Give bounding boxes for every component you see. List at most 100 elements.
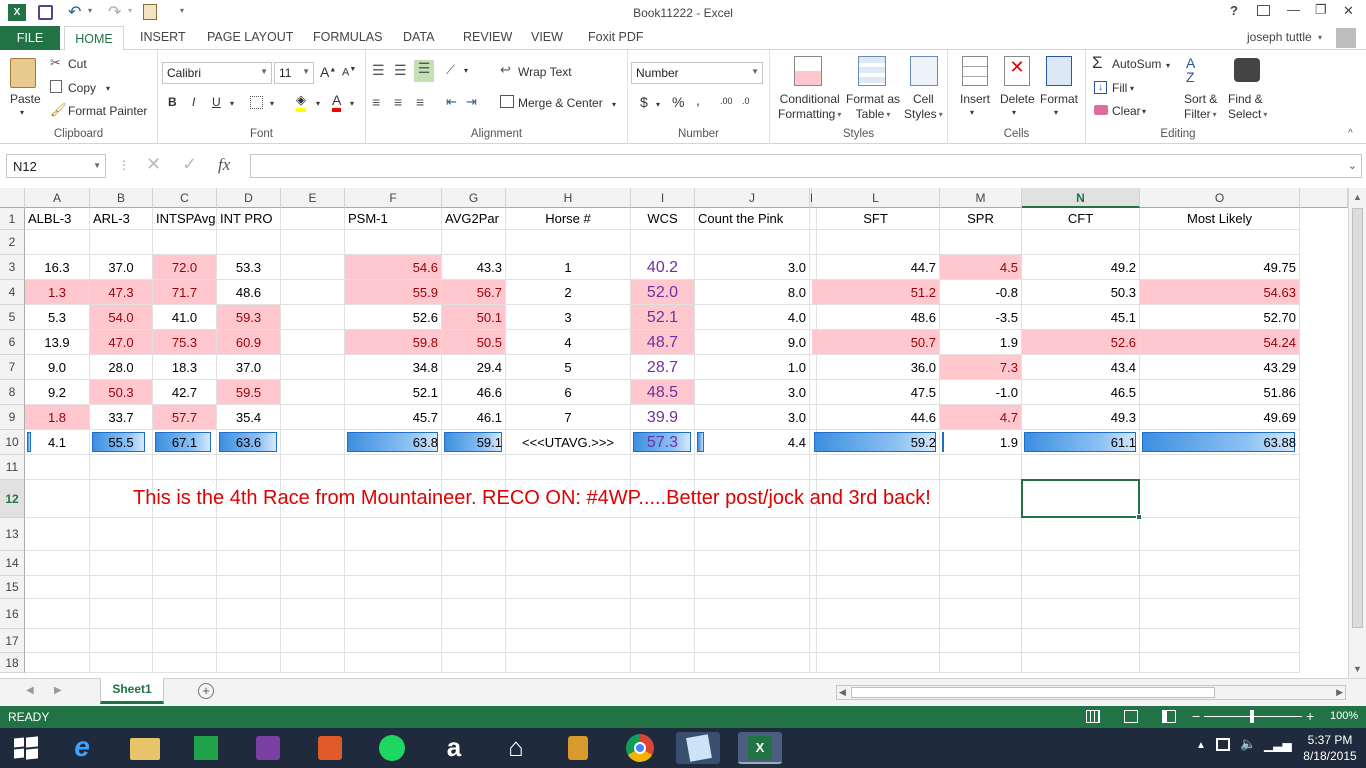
data-cell[interactable]: 5 xyxy=(506,355,631,380)
row-header-11[interactable]: 11 xyxy=(0,455,25,480)
column-header-o[interactable]: O xyxy=(1140,188,1300,208)
empty-cell[interactable] xyxy=(442,629,506,653)
average-cell[interactable]: 63.88 xyxy=(1140,430,1300,455)
row-header-9[interactable]: 9 xyxy=(0,405,25,430)
data-cell[interactable]: 44.6 xyxy=(812,405,940,430)
empty-cell[interactable] xyxy=(90,518,153,551)
borders-icon[interactable] xyxy=(250,96,263,109)
empty-cell[interactable] xyxy=(90,230,153,255)
row-header-13[interactable]: 13 xyxy=(0,518,25,551)
empty-cell[interactable] xyxy=(695,551,810,576)
data-cell[interactable] xyxy=(281,380,345,405)
data-cell[interactable]: 1.0 xyxy=(695,355,810,380)
empty-cell[interactable] xyxy=(153,653,217,673)
data-cell[interactable]: 75.3 xyxy=(153,330,217,355)
data-cell[interactable]: 56.7 xyxy=(442,280,506,305)
data-cell[interactable]: 36.0 xyxy=(812,355,940,380)
volume-icon[interactable]: 🔈 xyxy=(1240,736,1256,752)
header-cell[interactable]: WCS xyxy=(631,208,695,230)
empty-cell[interactable] xyxy=(442,551,506,576)
empty-cell[interactable] xyxy=(25,599,90,629)
spotify-icon[interactable] xyxy=(370,732,414,764)
merge-dropdown-icon[interactable]: ▾ xyxy=(612,100,616,109)
ribbon-display-icon[interactable] xyxy=(1257,5,1270,16)
tab-file[interactable]: FILE xyxy=(0,26,60,50)
format-painter-button[interactable]: Format Painter xyxy=(68,104,147,118)
data-cell[interactable] xyxy=(281,330,345,355)
data-cell[interactable]: 35.4 xyxy=(217,405,281,430)
close-button[interactable]: ✕ xyxy=(1343,3,1354,19)
empty-cell[interactable] xyxy=(442,599,506,629)
empty-cell[interactable] xyxy=(345,455,442,480)
data-cell[interactable]: 9.2 xyxy=(25,380,90,405)
data-cell[interactable] xyxy=(281,280,345,305)
column-header-b[interactable]: B xyxy=(90,188,153,208)
data-cell[interactable]: 29.4 xyxy=(442,355,506,380)
zoom-out-icon[interactable]: − xyxy=(1192,708,1200,724)
empty-cell[interactable] xyxy=(506,629,631,653)
data-cell[interactable]: 46.6 xyxy=(442,380,506,405)
row-header-17[interactable]: 17 xyxy=(0,629,25,653)
conditional-formatting-button[interactable]: Conditional Formatting ▾ xyxy=(778,92,841,122)
paste-icon[interactable] xyxy=(10,58,36,88)
data-cell[interactable]: 4.7 xyxy=(940,405,1022,430)
data-cell[interactable]: 1.9 xyxy=(940,330,1022,355)
user-dropdown-icon[interactable]: ▾ xyxy=(1318,33,1322,42)
font-color-icon[interactable]: A xyxy=(332,92,342,112)
empty-cell[interactable] xyxy=(812,518,940,551)
data-cell[interactable]: 43.4 xyxy=(1022,355,1140,380)
header-cell[interactable]: ALBL-3 xyxy=(25,208,90,230)
data-cell[interactable]: 43.29 xyxy=(1140,355,1300,380)
sort-filter-icon[interactable]: AZ xyxy=(1186,56,1195,84)
empty-cell[interactable] xyxy=(631,576,695,599)
data-cell[interactable]: 54.6 xyxy=(345,255,442,280)
empty-cell[interactable] xyxy=(345,629,442,653)
data-cell[interactable]: 41.0 xyxy=(153,305,217,330)
delete-cells-button[interactable]: Delete xyxy=(1000,92,1035,106)
empty-cell[interactable] xyxy=(281,576,345,599)
empty-cell[interactable] xyxy=(90,576,153,599)
network-icon[interactable] xyxy=(1216,738,1230,751)
row-header-4[interactable]: 4 xyxy=(0,280,25,305)
chrome-icon[interactable] xyxy=(618,732,662,764)
empty-cell[interactable] xyxy=(1140,653,1300,673)
average-cell[interactable]: 63.6 xyxy=(217,430,281,455)
data-cell[interactable]: 53.3 xyxy=(217,255,281,280)
data-cell[interactable]: 9.0 xyxy=(25,355,90,380)
data-cell[interactable]: 47.5 xyxy=(812,380,940,405)
empty-cell[interactable] xyxy=(506,230,631,255)
header-cell[interactable]: INTSPAvg xyxy=(153,208,217,230)
column-header-f[interactable]: F xyxy=(345,188,442,208)
empty-cell[interactable] xyxy=(442,455,506,480)
notepad-icon[interactable] xyxy=(676,732,720,764)
column-header-l[interactable]: L xyxy=(812,188,940,208)
empty-cell[interactable] xyxy=(345,230,442,255)
empty-cell[interactable] xyxy=(25,551,90,576)
data-cell[interactable]: 52.6 xyxy=(1022,330,1140,355)
empty-cell[interactable] xyxy=(442,576,506,599)
data-cell[interactable]: 50.1 xyxy=(442,305,506,330)
orientation-icon[interactable]: ⟋ xyxy=(446,62,455,78)
data-cell[interactable]: 47.3 xyxy=(90,280,153,305)
empty-cell[interactable] xyxy=(506,576,631,599)
media-icon[interactable] xyxy=(246,732,290,764)
empty-cell[interactable] xyxy=(940,518,1022,551)
data-cell[interactable]: 18.3 xyxy=(153,355,217,380)
currency-dropdown-icon[interactable]: ▾ xyxy=(656,100,660,109)
row-header-14[interactable]: 14 xyxy=(0,551,25,576)
scroll-left-icon[interactable]: ◀ xyxy=(839,687,846,698)
notes-icon[interactable] xyxy=(556,732,600,764)
font-size-select[interactable]: 11 ▼ xyxy=(274,62,314,84)
header-cell[interactable]: Most Likely xyxy=(1140,208,1300,230)
data-cell[interactable]: 52.0 xyxy=(631,280,695,305)
empty-cell[interactable] xyxy=(90,629,153,653)
empty-cell[interactable] xyxy=(153,599,217,629)
fill-color-dropdown-icon[interactable]: ▾ xyxy=(316,99,320,108)
minimize-button[interactable]: — xyxy=(1287,2,1300,17)
data-cell[interactable]: 37.0 xyxy=(217,355,281,380)
empty-cell[interactable] xyxy=(695,230,810,255)
empty-cell[interactable] xyxy=(281,653,345,673)
vertical-scrollbar[interactable]: ▲ ▼ xyxy=(1348,188,1366,678)
empty-cell[interactable] xyxy=(812,629,940,653)
excel-taskbar-icon[interactable]: X xyxy=(738,732,782,764)
